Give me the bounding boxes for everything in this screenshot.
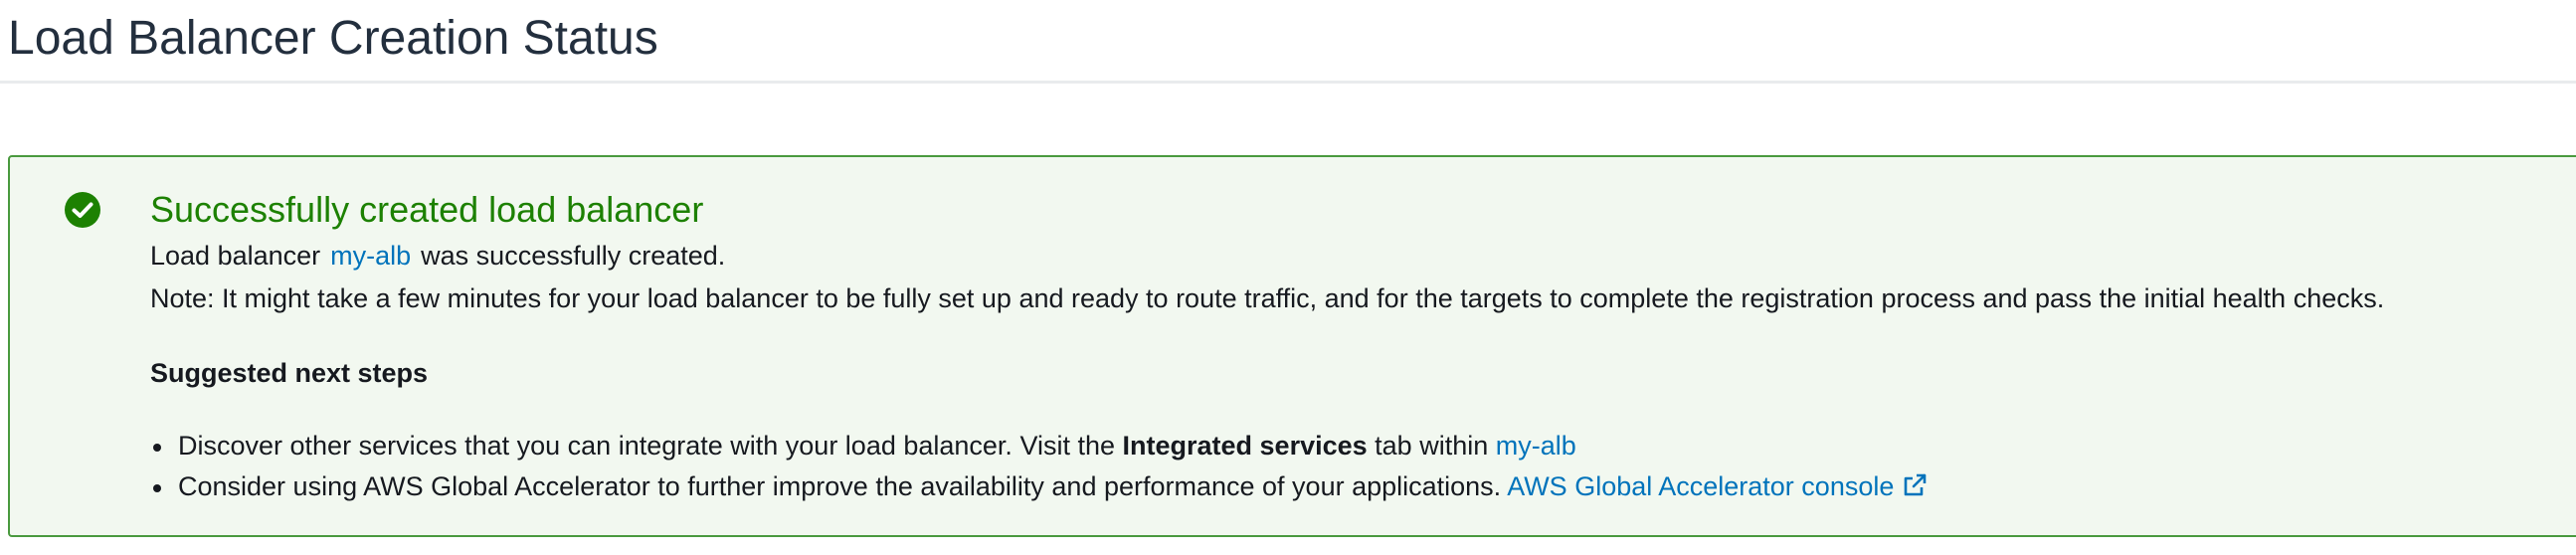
- list-item: Consider using AWS Global Accelerator to…: [150, 466, 1928, 507]
- note-text: Note: It might take a few minutes for yo…: [150, 283, 2385, 313]
- created-message: Load balancer my-alb was successfully crea…: [150, 239, 725, 273]
- integrated-services-label: Integrated services: [1122, 431, 1368, 461]
- load-balancer-link[interactable]: my-alb: [330, 241, 411, 271]
- created-message-suffix: was successfully created.: [421, 241, 726, 271]
- page-header: Load Balancer Creation Status: [0, 0, 2576, 84]
- check-circle-icon: [65, 192, 100, 228]
- next-steps-list: Discover other services that you can int…: [150, 426, 1928, 507]
- page-title: Load Balancer Creation Status: [8, 12, 658, 65]
- page: Load Balancer Creation Status Successful…: [0, 0, 2576, 555]
- global-accelerator-console-link[interactable]: AWS Global Accelerator console: [1507, 471, 1928, 501]
- created-message-prefix: Load balancer: [150, 241, 321, 271]
- global-accelerator-link-label: AWS Global Accelerator console: [1507, 471, 1895, 501]
- my-alb-link[interactable]: my-alb: [1496, 431, 1576, 461]
- step-text: Discover other services that you can int…: [178, 431, 1115, 461]
- external-link-icon: [1905, 473, 1927, 496]
- suggested-steps-heading: Suggested next steps: [150, 358, 429, 388]
- alert-heading: Successfully created load balancer: [150, 189, 704, 230]
- success-alert: Successfully created load balancer Load …: [8, 155, 2576, 537]
- step-text: Consider using AWS Global Accelerator to…: [178, 471, 1502, 501]
- step-text-continued: tab within: [1375, 431, 1489, 461]
- list-item: Discover other services that you can int…: [150, 426, 1928, 466]
